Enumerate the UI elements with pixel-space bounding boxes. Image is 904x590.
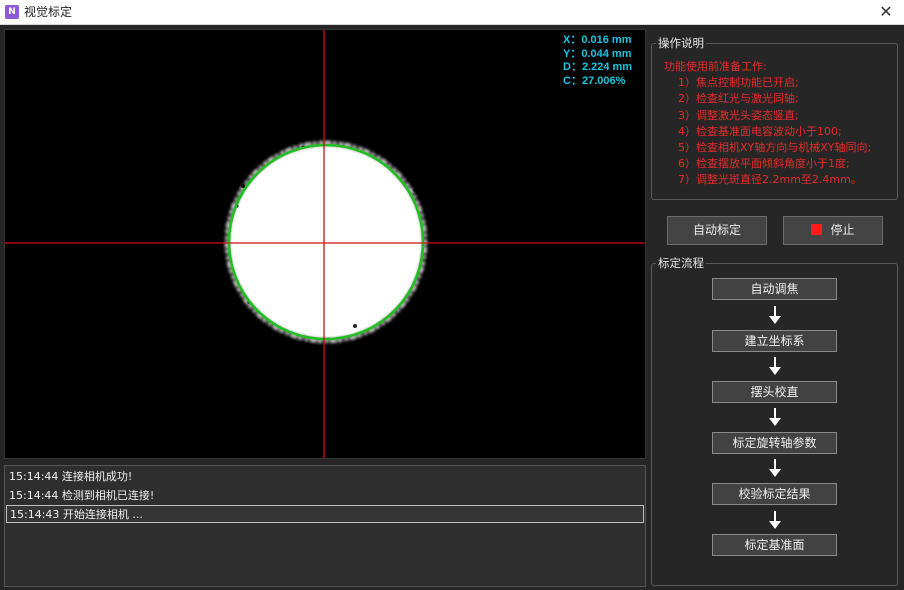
instruction-step: 5）检查相机XY轴方向与机械XY轴同向; (678, 141, 872, 155)
flow-title: 标定流程 (656, 256, 706, 270)
down-arrow-icon (769, 306, 781, 324)
down-arrow-icon (769, 511, 781, 529)
measurement-readout: X：0.016 mm Y：0.044 mm D：2.224 mm C：27.00… (563, 34, 632, 88)
close-button[interactable]: ✕ (876, 2, 896, 22)
down-arrow-icon (769, 408, 781, 426)
instruction-step: 1）焦点控制功能已开启; (678, 76, 799, 90)
log-item-selected[interactable]: 15:14:43 开始连接相机 ... (6, 505, 644, 523)
instruction-step: 2）检查红光与激光同轴; (678, 92, 799, 106)
flow-step-coordinate-system: 建立坐标系 (712, 330, 837, 352)
instruction-step: 3）调整激光头姿态竖直; (678, 108, 799, 122)
flow-step-rotation-axis: 标定旋转轴参数 (712, 432, 837, 454)
readout-c: C：27.006% (563, 74, 626, 87)
log-list[interactable]: 15:14:44 连接相机成功! 15:14:44 检测到相机已连接! 15:1… (4, 465, 646, 587)
instruction-step: 7）调整光斑直径2.2mm至2.4mm。 (678, 173, 862, 187)
flow-step-auto-focus: 自动调焦 (712, 278, 837, 300)
laser-spot (224, 140, 428, 344)
down-arrow-icon (769, 357, 781, 375)
app-logo-icon: N (5, 5, 19, 19)
stop-button-label: 停止 (830, 223, 855, 237)
window-title: 视觉标定 (24, 5, 73, 19)
readout-d: D：2.224 mm (563, 61, 633, 73)
instruction-step: 4）检查基准面电容波动小于100; (678, 124, 842, 138)
calibration-flow-group: 标定流程 自动调焦 建立坐标系 摆头校直 标定旋转轴参数 校验标定结果 标定基准… (651, 256, 898, 586)
stop-icon (811, 224, 823, 235)
instructions-header: 功能使用前准备工作: (664, 60, 767, 73)
camera-image (5, 30, 645, 458)
readout-y: Y：0.044 mm (563, 47, 632, 60)
readout-x: X：0.016 mm (563, 34, 632, 46)
stop-button[interactable]: 停止 (783, 216, 883, 245)
instructions-title: 操作说明 (656, 36, 706, 50)
log-item[interactable]: 15:14:44 连接相机成功! (6, 468, 644, 486)
flow-step-head-alignment: 摆头校直 (712, 381, 837, 403)
instructions-text: 功能使用前准备工作: 1）焦点控制功能已开启; 2）检查红光与激光同轴; 3）调… (664, 59, 871, 189)
down-arrow-icon (769, 459, 781, 477)
flow-step-reference-plane: 标定基准面 (712, 534, 837, 556)
camera-view[interactable]: X：0.016 mm Y：0.044 mm D：2.224 mm C：27.00… (4, 29, 646, 459)
title-bar: N 视觉标定 ✕ (0, 0, 904, 25)
flow-step-verify-result: 校验标定结果 (712, 483, 837, 505)
auto-calibrate-button[interactable]: 自动标定 (667, 216, 767, 245)
instruction-step: 6）检查摆放平面倾斜角度小于1度; (678, 157, 850, 171)
log-item[interactable]: 15:14:44 检测到相机已连接! (6, 487, 644, 505)
instructions-group: 操作说明 功能使用前准备工作: 1）焦点控制功能已开启; 2）检查红光与激光同轴… (651, 36, 898, 200)
